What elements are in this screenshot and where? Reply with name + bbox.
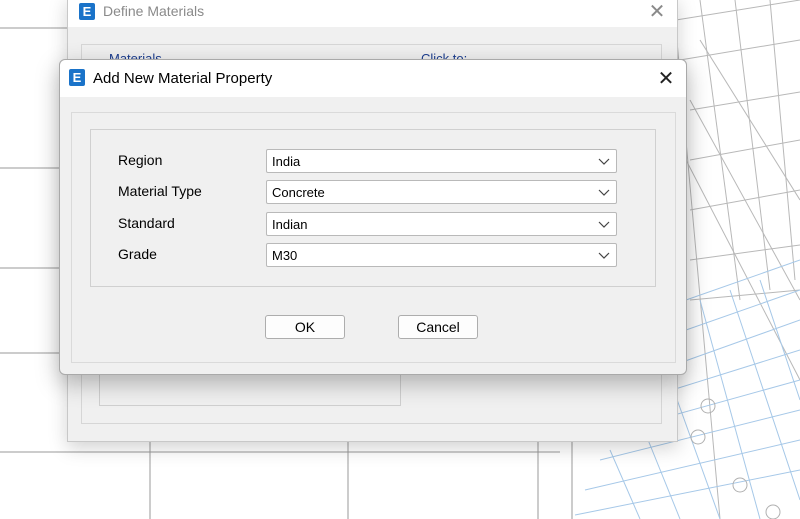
material-type-value: Concrete bbox=[272, 185, 325, 200]
region-value: India bbox=[272, 154, 301, 169]
cancel-button[interactable]: Cancel bbox=[398, 315, 478, 339]
chevron-down-icon bbox=[598, 158, 610, 165]
chevron-down-icon bbox=[598, 252, 610, 259]
parent-title: Define Materials bbox=[103, 3, 205, 19]
grade-label: Grade bbox=[118, 246, 157, 262]
dialog-title: Add New Material Property bbox=[93, 70, 273, 87]
material-type-label: Material Type bbox=[118, 183, 202, 199]
standard-label: Standard bbox=[118, 215, 175, 231]
standard-select[interactable]: Indian bbox=[266, 212, 617, 236]
ok-button[interactable]: OK bbox=[265, 315, 345, 339]
grade-select[interactable]: M30 bbox=[266, 243, 617, 267]
close-icon[interactable]: ✕ bbox=[655, 68, 677, 90]
close-icon[interactable]: ✕ bbox=[647, 2, 667, 22]
grade-value: M30 bbox=[272, 248, 298, 263]
region-select[interactable]: India bbox=[266, 149, 617, 173]
chevron-down-icon bbox=[598, 189, 610, 196]
app-logo-icon: E bbox=[79, 3, 95, 20]
standard-value: Indian bbox=[272, 217, 308, 232]
region-label: Region bbox=[118, 152, 163, 168]
material-type-select[interactable]: Concrete bbox=[266, 180, 617, 204]
parent-titlebar: E Define Materials ✕ bbox=[68, 0, 677, 27]
dialog-titlebar: E Add New Material Property ✕ bbox=[60, 60, 686, 97]
app-logo-icon: E bbox=[69, 69, 85, 86]
add-material-dialog: E Add New Material Property ✕ Region Ind… bbox=[59, 59, 687, 375]
chevron-down-icon bbox=[598, 221, 610, 228]
